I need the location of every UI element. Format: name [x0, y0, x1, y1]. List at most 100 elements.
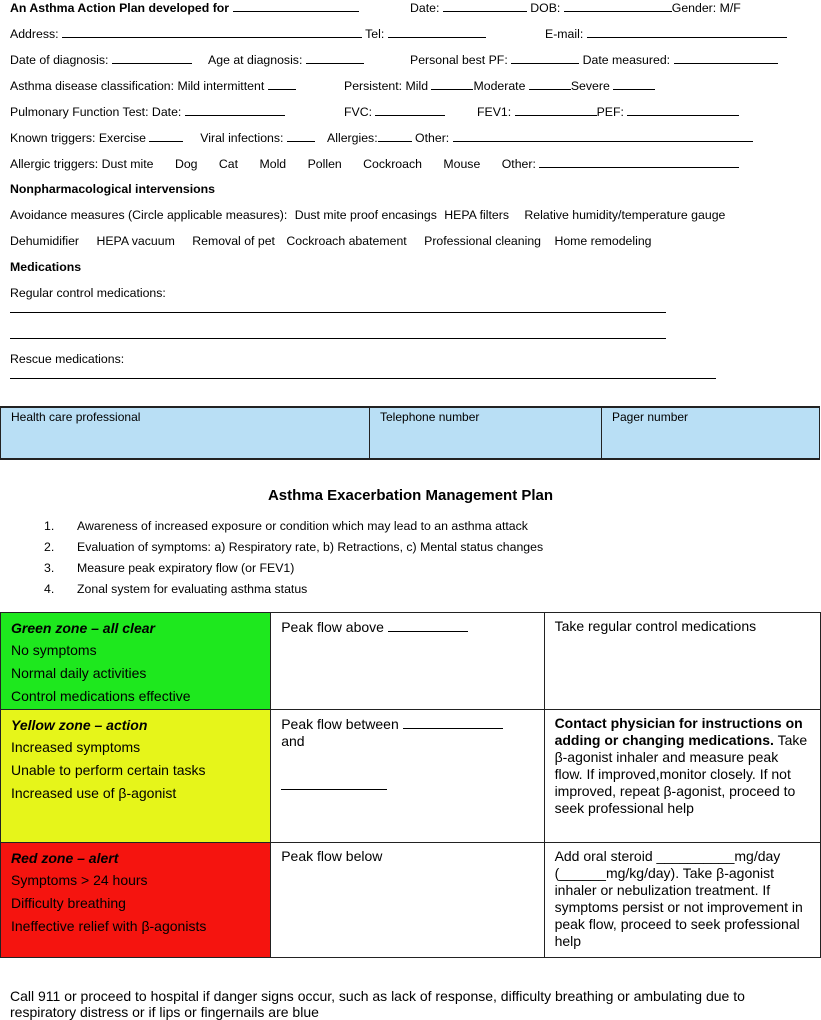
trigger-dog[interactable]: Dog	[175, 157, 198, 171]
zone-symptom: Control medications effective	[11, 688, 191, 704]
pager-number-cell[interactable]: Pager number	[602, 408, 820, 458]
age-at-diagnosis-field[interactable]	[305, 52, 364, 64]
yellow-zone-title: Yellow zone – action	[11, 717, 148, 733]
allergic-triggers-label[interactable]: Allergic triggers: Dust mite	[10, 157, 154, 171]
regular-medications-line-1[interactable]	[10, 312, 666, 313]
fev1-field[interactable]	[514, 104, 597, 116]
green-peak-flow-cell: Peak flow above	[270, 612, 545, 710]
address-field[interactable]	[61, 26, 362, 38]
email-label: E-mail:	[545, 27, 584, 41]
contacts-table: Health care professional Telephone numbe…	[0, 406, 820, 460]
allergic-other-label: Other:	[501, 157, 536, 171]
measure-removal-of-pet[interactable]: Removal of pet	[192, 234, 275, 248]
measure-humidity-gauge[interactable]: Relative humidity/temperature gauge	[524, 208, 725, 222]
date-measured-field[interactable]	[673, 52, 778, 64]
rescue-medications-line[interactable]	[10, 378, 716, 379]
zone-symptom: Symptoms > 24 hours	[11, 872, 148, 888]
pef-label: PEF:	[596, 105, 624, 119]
viral-label: Viral infections:	[200, 131, 284, 145]
step-number: 3.	[44, 561, 55, 575]
yellow-zone-cell: Yellow zone – action Increased symptoms …	[0, 709, 272, 843]
moderate-field[interactable]	[528, 78, 571, 90]
step-text: Awareness of increased exposure or condi…	[77, 519, 528, 533]
regular-medications-label: Regular control medications:	[10, 286, 166, 300]
trigger-mold[interactable]: Mold	[259, 157, 286, 171]
green-zone-title: Green zone – all clear	[11, 620, 155, 636]
gender-label[interactable]: Gender: M/F	[672, 1, 741, 15]
telephone-number-cell[interactable]: Telephone number	[370, 408, 602, 458]
date-row: Date: DOB: Gender: M/F	[410, 0, 741, 15]
measure-professional-cleaning[interactable]: Professional cleaning	[424, 234, 541, 248]
personal-best-field[interactable]	[511, 52, 580, 64]
zone-table: Green zone – all clear No symptoms Norma…	[0, 612, 821, 958]
fvc-field[interactable]	[375, 104, 446, 116]
yellow-peak-flow-upper-field[interactable]	[402, 715, 503, 729]
step-text: Measure peak expiratory flow (or FEV1)	[77, 561, 295, 575]
persistent-label: Persistent: Mild	[344, 79, 429, 93]
trigger-pollen[interactable]: Pollen	[308, 157, 342, 171]
measure-dehumidifier[interactable]: Dehumidifier	[10, 234, 79, 248]
date-measured-label: Date measured:	[582, 53, 671, 67]
severe-field[interactable]	[613, 78, 656, 90]
measure-hepa-filters[interactable]: HEPA filters	[444, 208, 509, 222]
viral-field[interactable]	[286, 130, 315, 142]
known-triggers-row: Known triggers: Exercise Viral infection…	[10, 130, 753, 145]
other-trigger-field[interactable]	[452, 130, 753, 142]
trigger-mouse[interactable]: Mouse	[443, 157, 480, 171]
date-of-diagnosis-field[interactable]	[111, 52, 192, 64]
green-peak-flow-field[interactable]	[387, 618, 468, 632]
red-action-cell: Add oral steroid __________mg/day (_____…	[543, 842, 821, 958]
personal-best-label: Personal best PF:	[410, 53, 508, 67]
patient-name-field[interactable]	[232, 0, 359, 12]
peak-flow-and-label: and	[281, 733, 305, 749]
green-action-cell: Take regular control medications	[543, 612, 821, 710]
date-label: Date:	[410, 1, 440, 15]
telephone-number-label: Telephone number	[380, 410, 480, 424]
fev1-label: FEV1:	[477, 105, 512, 119]
allergies-field[interactable]	[377, 130, 412, 142]
allergic-other-field[interactable]	[539, 156, 740, 168]
measure-dust-mite-encasings[interactable]: Dust mite proof encasings	[295, 208, 437, 222]
regular-medications-line-2[interactable]	[10, 338, 666, 339]
personal-best-row: Personal best PF: Date measured:	[410, 52, 778, 67]
allergies-label: Allergies:	[327, 131, 378, 145]
green-zone-cell: Green zone – all clear No symptoms Norma…	[0, 612, 272, 710]
trigger-cat[interactable]: Cat	[219, 157, 238, 171]
date-of-diagnosis-label: Date of diagnosis:	[10, 53, 109, 67]
step-text: Zonal system for evaluating asthma statu…	[77, 582, 308, 596]
red-action-text: Add oral steroid __________mg/day (_____…	[554, 848, 803, 949]
exercise-field[interactable]	[149, 130, 184, 142]
yellow-peak-flow-cell: Peak flow between and	[270, 709, 545, 843]
mild-intermittent-field[interactable]	[267, 78, 296, 90]
pef-field[interactable]	[627, 104, 740, 116]
peak-flow-label: Peak flow below	[281, 848, 383, 864]
dob-label: DOB:	[530, 1, 561, 15]
measure-hepa-vacuum[interactable]: HEPA vacuum	[96, 234, 174, 248]
zone-symptom: Ineffective relief with β-agonists	[11, 918, 207, 934]
allergic-triggers-row: Allergic triggers: Dust mite Dog Cat Mol…	[10, 156, 740, 171]
date-field[interactable]	[442, 0, 527, 12]
plan-title-label: An Asthma Action Plan developed for	[10, 1, 230, 15]
diagnosis-row: Date of diagnosis: Age at diagnosis:	[10, 52, 364, 67]
classification-label: Asthma disease classification: Mild inte…	[10, 79, 265, 93]
health-care-professional-cell[interactable]: Health care professional	[0, 408, 370, 458]
yellow-zone-row: Yellow zone – action Increased symptoms …	[0, 709, 821, 843]
persistent-row: Persistent: Mild Moderate Severe	[344, 78, 656, 93]
plan-step: 1. Awareness of increased exposure or con…	[44, 519, 543, 540]
exacerbation-plan-title: Asthma Exacerbation Management Plan	[267, 487, 554, 504]
plan-step: 3. Measure peak expiratory flow (or FEV1)	[44, 561, 543, 582]
nonpharm-heading: Nonpharmacological intervensions	[10, 182, 215, 196]
yellow-peak-flow-lower-field[interactable]	[281, 776, 388, 790]
zone-symptom: Difficulty breathing	[11, 895, 126, 911]
pft-date-field[interactable]	[184, 104, 285, 116]
email-field[interactable]	[586, 26, 787, 38]
persistent-mild-field[interactable]	[431, 78, 474, 90]
measure-cockroach-abatement[interactable]: Cockroach abatement	[286, 234, 406, 248]
green-action-text: Take regular control medications	[554, 618, 757, 634]
trigger-cockroach[interactable]: Cockroach	[363, 157, 422, 171]
age-at-diagnosis-label: Age at diagnosis:	[208, 53, 303, 67]
tel-field[interactable]	[387, 26, 486, 38]
dob-field[interactable]	[563, 0, 672, 12]
measure-home-remodeling[interactable]: Home remodeling	[554, 234, 651, 248]
fvc-label: FVC:	[344, 105, 373, 119]
